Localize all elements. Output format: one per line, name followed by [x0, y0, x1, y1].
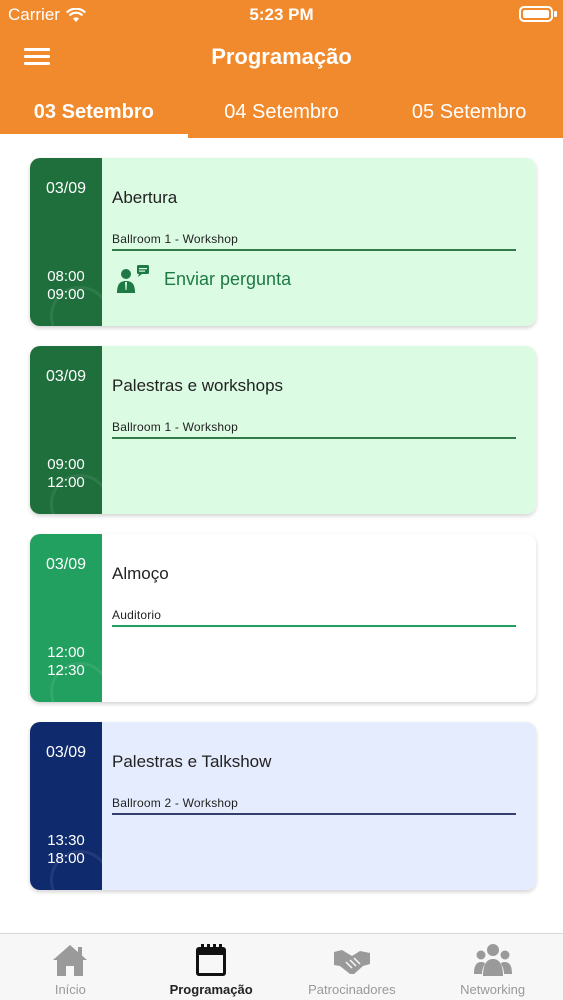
date-tabs: 03 Setembro 04 Setembro 05 Setembro — [0, 86, 563, 138]
event-date: 03/09 — [45, 368, 87, 385]
event-title: Palestras e workshops — [112, 376, 284, 395]
nav-label: Patrocinadores — [308, 982, 396, 997]
app-bar: Programação — [0, 30, 563, 86]
tab-05-setembro[interactable]: 05 Setembro — [375, 86, 563, 138]
nav-inicio[interactable]: Início — [0, 934, 141, 1000]
event-title: Abertura — [112, 188, 178, 207]
event-card[interactable]: 03/09 13:30 18:00 Palestras e Talkshow B… — [30, 722, 536, 890]
handshake-icon — [333, 950, 370, 974]
event-title: Palestras e Talkshow — [112, 752, 272, 771]
nav-label: Início — [54, 982, 86, 997]
nav-networking[interactable]: Networking — [422, 934, 563, 1000]
speaker-question-icon — [117, 265, 149, 293]
battery-icon — [519, 6, 557, 22]
event-time-block: 03/09 13:30 18:00 — [30, 722, 110, 890]
divider — [112, 813, 516, 815]
event-card[interactable]: 03/09 08:00 09:00 Abertura Ballroom 1 - … — [30, 158, 536, 326]
event-time-block: 03/09 09:00 12:00 — [30, 346, 110, 514]
tab-04-setembro[interactable]: 04 Setembro — [188, 86, 376, 138]
nav-label: Programação — [169, 982, 253, 997]
event-date: 03/09 — [45, 180, 87, 197]
home-icon — [53, 945, 88, 976]
nav-label: Networking — [460, 982, 526, 997]
event-date: 03/09 — [45, 744, 87, 761]
page-title: Programação — [211, 44, 352, 69]
event-title: Almoço — [112, 564, 169, 583]
divider — [112, 625, 516, 627]
event-start: 12:00 — [47, 644, 85, 661]
divider — [112, 437, 516, 439]
divider — [112, 249, 516, 251]
event-card[interactable]: 03/09 09:00 12:00 Palestras e workshops … — [30, 346, 536, 514]
event-room: Ballroom 2 - Workshop — [112, 796, 239, 810]
event-time-block: 03/09 12:00 12:30 — [30, 534, 110, 702]
event-start: 13:30 — [47, 832, 85, 849]
calendar-icon — [196, 944, 227, 976]
tab-03-setembro[interactable]: 03 Setembro — [0, 86, 188, 138]
send-question-label: Enviar pergunta — [164, 268, 292, 289]
event-start: 08:00 — [47, 268, 85, 285]
bottom-nav: Início Programação Patrocinadores Networ… — [0, 933, 563, 1000]
event-start: 09:00 — [47, 456, 85, 473]
event-room: Ballroom 1 - Workshop — [112, 232, 239, 246]
people-icon — [473, 944, 512, 976]
clock: 5:23 PM — [249, 5, 314, 24]
event-list: 03/09 08:00 09:00 Abertura Ballroom 1 - … — [0, 138, 563, 933]
event-room: Auditorio — [112, 608, 162, 622]
event-time-block: 03/09 08:00 09:00 — [30, 158, 110, 326]
event-date: 03/09 — [45, 556, 87, 573]
send-question-button[interactable]: Enviar pergunta — [116, 264, 291, 294]
nav-patrocinadores[interactable]: Patrocinadores — [282, 934, 423, 1000]
event-room: Ballroom 1 - Workshop — [112, 420, 239, 434]
nav-programacao[interactable]: Programação — [141, 934, 282, 1000]
status-bar: Carrier 5:23 PM — [0, 0, 563, 30]
event-card[interactable]: 03/09 12:00 12:30 Almoço Auditorio — [30, 534, 536, 702]
